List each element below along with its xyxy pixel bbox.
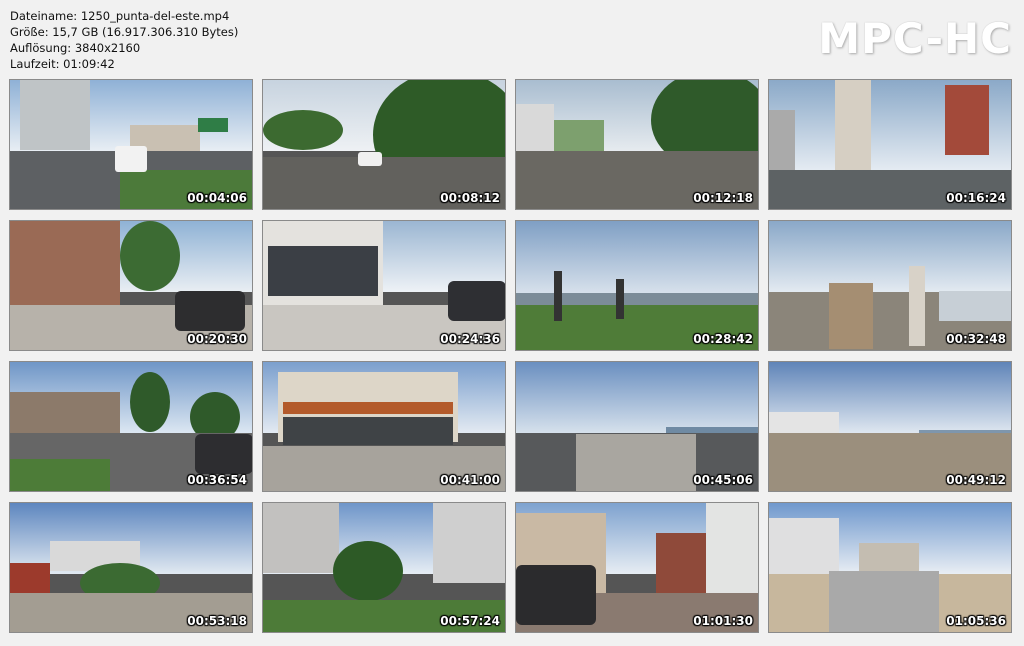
resolution-line: Auflösung: 3840x2160 — [10, 41, 141, 55]
thumbnail[interactable]: 01:05:36 — [768, 502, 1012, 633]
thumbnail[interactable]: 00:08:12 — [262, 79, 506, 210]
filename-line: Dateiname: 1250_punta-del-este.mp4 — [10, 9, 230, 23]
size-line: Größe: 15,7 GB (16.917.306.310 Bytes) — [10, 25, 239, 39]
thumbnail[interactable]: 00:36:54 — [9, 361, 253, 492]
duration-line: Laufzeit: 01:09:42 — [10, 57, 115, 71]
thumbnail[interactable]: 01:01:30 — [515, 502, 759, 633]
thumbnail-timestamp: 01:05:36 — [946, 614, 1006, 628]
thumbnail[interactable]: 00:28:42 — [515, 220, 759, 351]
thumbnail-timestamp: 01:01:30 — [693, 614, 753, 628]
thumbnail-timestamp: 00:53:18 — [187, 614, 247, 628]
thumbnail[interactable]: 00:53:18 — [9, 502, 253, 633]
thumbnail-timestamp: 00:12:18 — [693, 191, 753, 205]
thumbnail-timestamp: 00:20:30 — [187, 332, 247, 346]
thumbnail-timestamp: 00:41:00 — [440, 473, 500, 487]
thumbnail[interactable]: 00:57:24 — [262, 502, 506, 633]
thumbnail[interactable]: 00:41:00 — [262, 361, 506, 492]
thumbnail[interactable]: 00:12:18 — [515, 79, 759, 210]
thumbnail[interactable]: 00:20:30 — [9, 220, 253, 351]
thumbnail-timestamp: 00:08:12 — [440, 191, 500, 205]
thumbnail[interactable]: 00:45:06 — [515, 361, 759, 492]
thumbnail-timestamp: 00:36:54 — [187, 473, 247, 487]
file-info: Dateiname: 1250_punta-del-este.mp4 Größe… — [10, 8, 238, 72]
thumbnail-timestamp: 00:28:42 — [693, 332, 753, 346]
mpc-hc-logo: MPC-HC — [818, 14, 1012, 63]
thumbnail-timestamp: 00:16:24 — [946, 191, 1006, 205]
thumbnail-timestamp: 00:24:36 — [440, 332, 500, 346]
thumbnail-timestamp: 00:04:06 — [187, 191, 247, 205]
thumbnail[interactable]: 00:24:36 — [262, 220, 506, 351]
thumbnail-timestamp: 00:57:24 — [440, 614, 500, 628]
thumbnail-timestamp: 00:45:06 — [693, 473, 753, 487]
thumbnail-timestamp: 00:32:48 — [946, 332, 1006, 346]
thumbnail[interactable]: 00:04:06 — [9, 79, 253, 210]
thumbnail[interactable]: 00:49:12 — [768, 361, 1012, 492]
thumbnail[interactable]: 00:16:24 — [768, 79, 1012, 210]
thumbnail-timestamp: 00:49:12 — [946, 473, 1006, 487]
thumbnail[interactable]: 00:32:48 — [768, 220, 1012, 351]
